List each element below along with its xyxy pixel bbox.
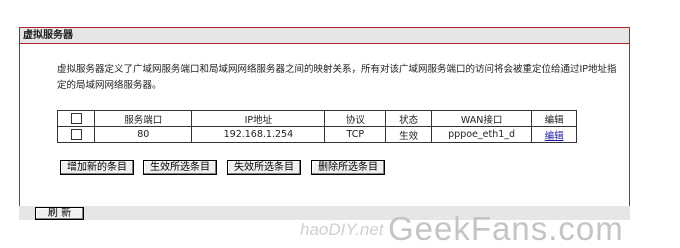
- cell-wan-interface: pppoe_eth1_d: [431, 126, 533, 143]
- cell-service-port: 80: [94, 126, 193, 143]
- cell-status: 生效: [385, 126, 433, 143]
- header-status: 状态: [385, 110, 433, 127]
- refresh-button[interactable]: 刷 新: [35, 207, 84, 220]
- header-ip-address: IP地址: [191, 110, 326, 127]
- delete-selected-button[interactable]: 删除所选条目: [311, 160, 385, 175]
- header-edit: 编辑: [531, 110, 577, 127]
- panel-title: 虚拟服务器: [19, 27, 630, 44]
- watermark: haoDIY.net GeekFans.com: [300, 210, 680, 247]
- enable-selected-button[interactable]: 生效所选条目: [143, 160, 217, 175]
- select-all-checkbox[interactable]: [70, 113, 82, 124]
- virtual-server-table: 服务端口 IP地址 协议 状态 WAN接口 编辑 80 192.168.1.25…: [56, 110, 577, 143]
- disable-selected-button[interactable]: 失效所选条目: [227, 160, 301, 175]
- add-entry-button[interactable]: 增加新的条目: [60, 160, 134, 175]
- row-checkbox[interactable]: [70, 129, 82, 140]
- cell-edit: 编辑: [531, 126, 577, 143]
- watermark-big-text: GeekFans.com: [388, 210, 624, 247]
- select-all-header[interactable]: [56, 110, 96, 127]
- panel-description: 虚拟服务器定义了广域网服务端口和局域网网络服务器之间的映射关系，所有对该广域网服…: [57, 64, 617, 91]
- cell-protocol: TCP: [324, 126, 387, 143]
- edit-link[interactable]: 编辑: [545, 131, 564, 142]
- header-service-port: 服务端口: [94, 110, 193, 127]
- cell-ip-address: 192.168.1.254: [191, 126, 326, 143]
- row-select-cell[interactable]: [56, 126, 96, 143]
- table-row: 80 192.168.1.254 TCP 生效 pppoe_eth1_d 编辑: [56, 126, 577, 143]
- watermark-small-text: haoDIY.net: [300, 220, 384, 239]
- table-header-row: 服务端口 IP地址 协议 状态 WAN接口 编辑: [56, 110, 577, 127]
- header-wan-interface: WAN接口: [431, 110, 533, 127]
- header-protocol: 协议: [324, 110, 387, 127]
